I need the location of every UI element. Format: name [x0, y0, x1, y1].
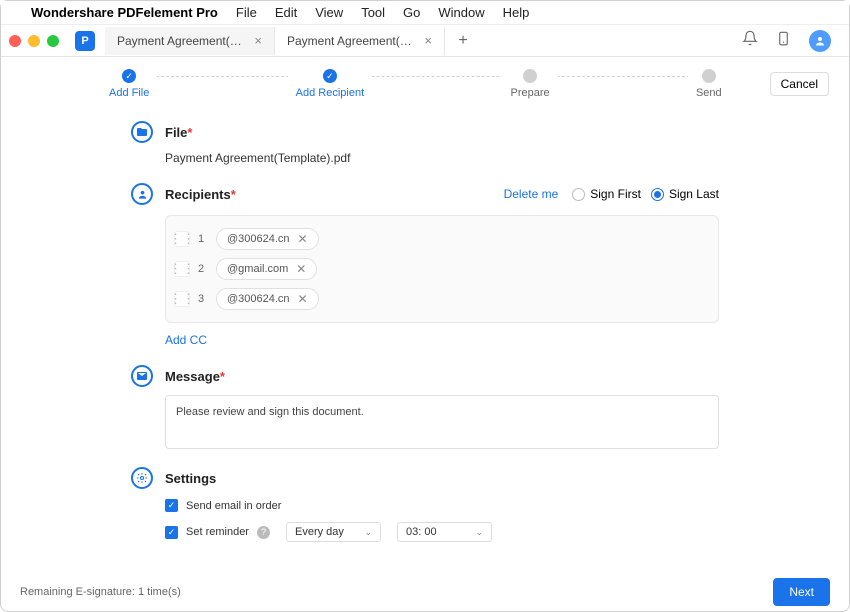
minimize-window-button[interactable] [28, 35, 40, 47]
recipient-chip[interactable]: @gmail.com ✕ [216, 258, 317, 280]
wizard-stepper: ✓ Add File ✓ Add Recipient Prepare Send … [1, 57, 849, 101]
remaining-signatures-label: Remaining E-signature: 1 time(s) [20, 586, 181, 598]
main-content: File* Payment Agreement(Template).pdf Re… [1, 101, 849, 561]
menu-window[interactable]: Window [438, 5, 484, 20]
menu-view[interactable]: View [315, 5, 343, 20]
tab-document-1[interactable]: Payment Agreement(Tem… × [105, 27, 275, 55]
radio-icon [572, 188, 585, 201]
new-tab-button[interactable]: + [449, 27, 477, 55]
help-icon[interactable]: ? [257, 526, 270, 539]
chevron-down-icon: ⌄ [364, 527, 372, 538]
tab-title: Payment Agreement(Tem… [117, 34, 246, 48]
radio-icon [651, 188, 664, 201]
row-number: 3 [198, 293, 208, 305]
menu-help[interactable]: Help [503, 5, 530, 20]
menu-bar: Wondershare PDFelement Pro File Edit Vie… [1, 1, 849, 25]
section-file: File* Payment Agreement(Template).pdf [131, 121, 719, 165]
step-send[interactable]: Send [688, 69, 730, 99]
recipient-chip[interactable]: @300624.cn ✕ [216, 288, 319, 310]
step-add-file[interactable]: ✓ Add File [101, 69, 157, 99]
section-recipients: Recipients* Delete me Sign First Sign La… [131, 183, 719, 347]
close-window-button[interactable] [9, 35, 21, 47]
setting-label: Send email in order [186, 500, 281, 512]
mobile-icon[interactable] [776, 31, 791, 51]
message-textarea[interactable]: Please review and sign this document. [165, 395, 719, 449]
check-icon: ✓ [122, 69, 136, 83]
radio-sign-first[interactable]: Sign First [572, 187, 641, 201]
menu-file[interactable]: File [236, 5, 257, 20]
menu-edit[interactable]: Edit [275, 5, 297, 20]
step-dot-icon [702, 69, 716, 83]
check-icon: ✓ [323, 69, 337, 83]
step-prepare[interactable]: Prepare [502, 69, 557, 99]
step-add-recipient[interactable]: ✓ Add Recipient [288, 69, 373, 99]
recipient-email: @300624.cn [227, 293, 290, 305]
section-title: Message* [165, 369, 225, 384]
setting-reminder: ✓ Set reminder ? Every day ⌄ 03: 00 ⌄ [165, 522, 719, 542]
menu-go[interactable]: Go [403, 5, 420, 20]
recipient-chip[interactable]: @300624.cn ✕ [216, 228, 319, 250]
remove-icon[interactable]: ✕ [296, 262, 306, 276]
drag-handle-icon[interactable]: ⋮⋮ [174, 291, 190, 307]
app-logo-icon: P [75, 31, 95, 51]
close-icon[interactable]: × [424, 33, 432, 48]
section-title: Recipients* [165, 187, 236, 202]
recipient-row: ⋮⋮ 1 @300624.cn ✕ [174, 224, 710, 254]
recipient-row: ⋮⋮ 3 @300624.cn ✕ [174, 284, 710, 314]
time-select[interactable]: 03: 00 ⌄ [397, 522, 492, 542]
footer: Remaining E-signature: 1 time(s) Next [0, 570, 850, 612]
setting-label: Set reminder [186, 526, 249, 538]
envelope-icon [131, 365, 153, 387]
tab-title: Payment Agreement(Tem… [287, 34, 416, 48]
add-cc-link[interactable]: Add CC [165, 333, 719, 347]
close-icon[interactable]: × [254, 33, 262, 48]
window-controls [9, 35, 59, 47]
gear-icon [131, 467, 153, 489]
setting-send-order: ✓ Send email in order [165, 499, 719, 512]
section-title: Settings [165, 471, 216, 486]
checkbox-send-order[interactable]: ✓ [165, 499, 178, 512]
drag-handle-icon[interactable]: ⋮⋮ [174, 231, 190, 247]
bell-icon[interactable] [742, 30, 758, 51]
remove-icon[interactable]: ✕ [298, 292, 308, 306]
checkbox-reminder[interactable]: ✓ [165, 526, 178, 539]
recipients-list: ⋮⋮ 1 @300624.cn ✕ ⋮⋮ 2 @gmail.com ✕ [165, 215, 719, 323]
row-number: 2 [198, 263, 208, 275]
delete-me-link[interactable]: Delete me [504, 187, 559, 201]
chevron-down-icon: ⌄ [475, 527, 483, 538]
recipient-email: @gmail.com [227, 263, 288, 275]
recipient-email: @300624.cn [227, 233, 290, 245]
user-icon [131, 183, 153, 205]
app-name[interactable]: Wondershare PDFelement Pro [31, 5, 218, 20]
next-button[interactable]: Next [773, 578, 830, 606]
filename-label: Payment Agreement(Template).pdf [165, 151, 719, 165]
user-avatar-icon[interactable] [809, 30, 831, 52]
cancel-button[interactable]: Cancel [770, 72, 829, 96]
section-settings: Settings ✓ Send email in order ✓ Set rem… [131, 467, 719, 542]
tab-document-2[interactable]: Payment Agreement(Tem… × [275, 27, 445, 55]
section-message: Message* Please review and sign this doc… [131, 365, 719, 449]
radio-sign-last[interactable]: Sign Last [651, 187, 719, 201]
tab-bar: P Payment Agreement(Tem… × Payment Agree… [1, 25, 849, 57]
drag-handle-icon[interactable]: ⋮⋮ [174, 261, 190, 277]
file-icon [131, 121, 153, 143]
sign-order-radio-group: Sign First Sign Last [572, 187, 719, 201]
maximize-window-button[interactable] [47, 35, 59, 47]
row-number: 1 [198, 233, 208, 245]
menu-tool[interactable]: Tool [361, 5, 385, 20]
step-dot-icon [523, 69, 537, 83]
frequency-select[interactable]: Every day ⌄ [286, 522, 381, 542]
recipient-row: ⋮⋮ 2 @gmail.com ✕ [174, 254, 710, 284]
section-title: File* [165, 125, 192, 140]
remove-icon[interactable]: ✕ [298, 232, 308, 246]
